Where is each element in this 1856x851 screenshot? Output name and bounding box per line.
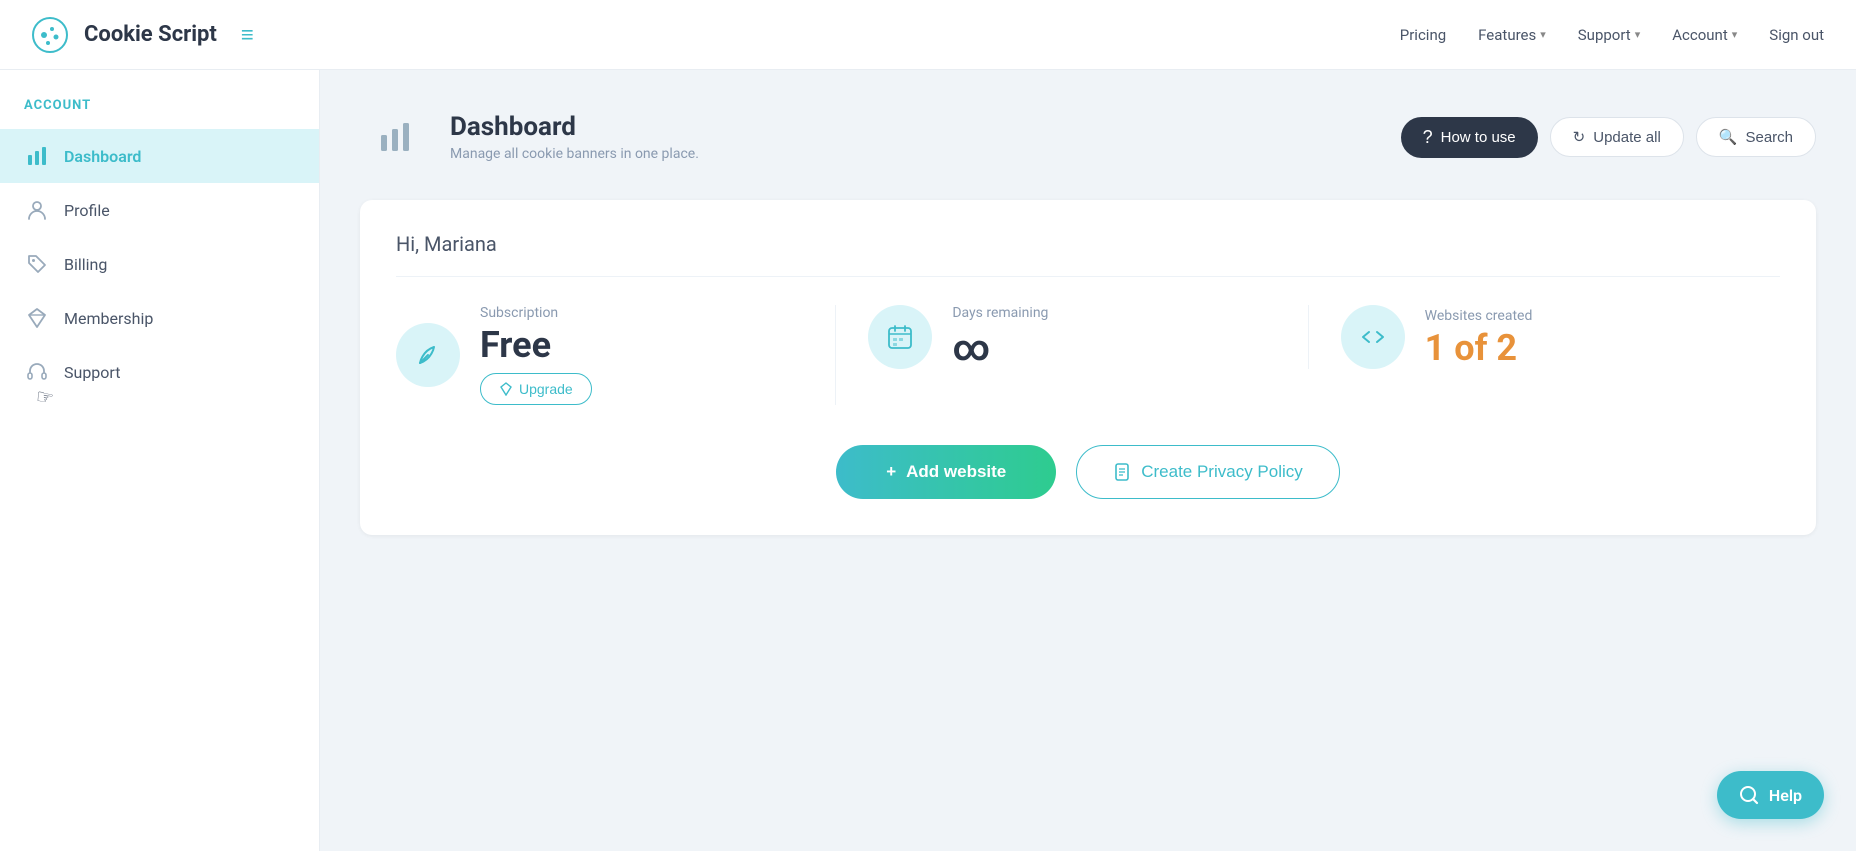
- app-layout: ACCOUNT Dashboard Profile: [0, 70, 1856, 851]
- cursor-hand-icon: ☞: [34, 384, 56, 411]
- sidebar-item-profile[interactable]: Profile: [0, 183, 319, 237]
- add-website-label: Add website: [906, 462, 1006, 482]
- add-website-button[interactable]: + Add website: [836, 445, 1056, 499]
- subscription-value: Free: [480, 327, 592, 363]
- how-to-use-button[interactable]: ? How to use: [1401, 117, 1538, 158]
- page-header: Dashboard Manage all cookie banners in o…: [360, 102, 1816, 172]
- days-remaining-info: Days remaining ∞: [952, 305, 1048, 369]
- nav-support[interactable]: Support ▾: [1578, 26, 1640, 44]
- page-header-icon-wrap: [360, 102, 430, 172]
- sidebar-item-membership-label: Membership: [64, 309, 153, 328]
- nav-right: Pricing Features ▾ Support ▾ Account ▾ S…: [1400, 26, 1824, 44]
- websites-created-stat: Websites created 1 of 2: [1309, 305, 1780, 369]
- support-chevron-icon: ▾: [1635, 28, 1641, 41]
- brand-name: Cookie Script: [84, 22, 217, 47]
- sidebar-item-profile-label: Profile: [64, 201, 110, 220]
- subscription-label: Subscription: [480, 305, 592, 321]
- nav-pricing[interactable]: Pricing: [1400, 26, 1446, 44]
- sidebar-item-dashboard[interactable]: Dashboard: [0, 129, 319, 183]
- sidebar-item-billing-label: Billing: [64, 255, 107, 274]
- websites-created-info: Websites created 1 of 2: [1425, 308, 1533, 366]
- page-header-text: Dashboard Manage all cookie banners in o…: [450, 112, 699, 162]
- headset-icon: [24, 359, 50, 385]
- nav-sign-out[interactable]: Sign out: [1769, 26, 1824, 44]
- page-title: Dashboard: [450, 112, 699, 142]
- sidebar-section-label: ACCOUNT: [0, 98, 319, 129]
- calendar-icon: [886, 323, 914, 351]
- subscription-stat: Subscription Free Upgrade: [396, 305, 836, 405]
- user-icon: [24, 197, 50, 223]
- tag-icon: [24, 251, 50, 277]
- page-header-left: Dashboard Manage all cookie banners in o…: [360, 102, 699, 172]
- diamond-small-icon: [499, 382, 513, 396]
- upgrade-button[interactable]: Upgrade: [480, 373, 592, 405]
- help-button[interactable]: Help: [1717, 771, 1824, 819]
- websites-created-value: 1 of 2: [1425, 330, 1533, 366]
- subscription-info: Subscription Free Upgrade: [480, 305, 592, 405]
- sidebar-item-support[interactable]: Support ☞: [0, 345, 319, 399]
- leaf-icon: [414, 341, 442, 369]
- code-icon-circle: [1341, 305, 1405, 369]
- document-icon: [1113, 463, 1131, 481]
- nav-left: Cookie Script ≡: [32, 17, 254, 53]
- days-remaining-value: ∞: [952, 327, 1048, 369]
- subscription-icon-circle: [396, 323, 460, 387]
- plus-icon: +: [886, 462, 896, 482]
- stats-row: Subscription Free Upgrade: [396, 305, 1780, 405]
- question-circle-icon: ?: [1423, 127, 1433, 148]
- top-nav: Cookie Script ≡ Pricing Features ▾ Suppo…: [0, 0, 1856, 70]
- update-all-button[interactable]: ↻ Update all: [1550, 117, 1684, 157]
- hamburger-icon[interactable]: ≡: [241, 22, 254, 48]
- logo-icon: [32, 17, 68, 53]
- websites-created-label: Websites created: [1425, 308, 1533, 324]
- sidebar-item-billing[interactable]: Billing: [0, 237, 319, 291]
- features-chevron-icon: ▾: [1540, 28, 1546, 41]
- sidebar-item-dashboard-label: Dashboard: [64, 147, 141, 166]
- main-content: Dashboard Manage all cookie banners in o…: [320, 70, 1856, 851]
- dashboard-page-icon: [379, 121, 411, 153]
- search-icon: 🔍: [1719, 128, 1738, 146]
- nav-features[interactable]: Features ▾: [1478, 26, 1546, 44]
- diamond-icon: [24, 305, 50, 331]
- sidebar: ACCOUNT Dashboard Profile: [0, 70, 320, 851]
- sidebar-item-support-label: Support: [64, 363, 120, 382]
- actions-row: + Add website Create Privacy Policy: [396, 445, 1780, 499]
- create-privacy-policy-button[interactable]: Create Privacy Policy: [1076, 445, 1340, 499]
- create-privacy-policy-label: Create Privacy Policy: [1141, 462, 1303, 482]
- help-search-icon: [1739, 785, 1759, 805]
- help-label: Help: [1769, 786, 1802, 805]
- page-subtitle: Manage all cookie banners in one place.: [450, 146, 699, 162]
- sidebar-item-membership[interactable]: Membership: [0, 291, 319, 345]
- nav-account[interactable]: Account ▾: [1672, 26, 1737, 44]
- code-icon: [1359, 323, 1387, 351]
- dashboard-card: Hi, Mariana Subscription Free: [360, 200, 1816, 535]
- refresh-icon: ↻: [1573, 128, 1586, 146]
- chart-bar-icon: [24, 143, 50, 169]
- search-button[interactable]: 🔍 Search: [1696, 117, 1816, 157]
- page-header-actions: ? How to use ↻ Update all 🔍 Search: [1401, 117, 1816, 158]
- days-remaining-stat: Days remaining ∞: [836, 305, 1308, 369]
- greeting-text: Hi, Mariana: [396, 232, 1780, 277]
- calendar-icon-circle: [868, 305, 932, 369]
- days-remaining-label: Days remaining: [952, 305, 1048, 321]
- account-chevron-icon: ▾: [1732, 28, 1738, 41]
